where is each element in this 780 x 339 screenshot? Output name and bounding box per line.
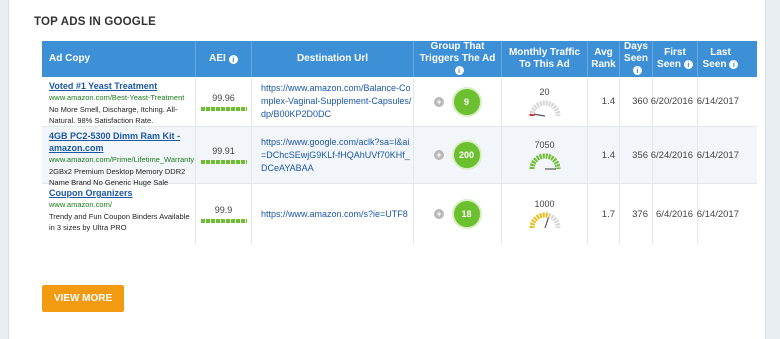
column-label: Group That — [430, 41, 485, 52]
column-label: Seen — [702, 59, 727, 70]
gauge-track — [529, 212, 560, 229]
aei-bar — [200, 160, 247, 164]
aei-bar — [200, 106, 247, 111]
ad-copy-cell: Coupon Organizers www.amazon.com/ Trendy… — [42, 184, 196, 244]
column-label: First — [664, 47, 686, 58]
aei-cell: 99.9 — [196, 184, 252, 244]
group-cell: + 200 — [414, 127, 502, 183]
gauge-needle — [533, 113, 545, 117]
traffic-cell: 1000 — [502, 184, 588, 244]
group-cell: + 9 — [414, 77, 502, 126]
column-label: Days — [624, 41, 648, 52]
days-seen: 376 — [620, 184, 653, 244]
column-label: Monthly Traffic — [508, 47, 581, 58]
destination-url-link[interactable]: https://www.amazon.com/s?ie=UTF8 — [252, 184, 414, 244]
traffic-cell: 20 — [502, 77, 588, 126]
ad-copy-cell: Voted #1 Yeast Treatment www.amazon.com/… — [42, 77, 196, 126]
view-more-button[interactable]: VIEW MORE — [42, 285, 124, 312]
aei-value: 99.91 — [212, 146, 235, 156]
aei-value: 99.9 — [214, 205, 233, 215]
gauge-fill — [529, 212, 550, 229]
aei-cell: 99.96 — [196, 77, 252, 126]
first-seen: 6/24/2016 — [651, 127, 698, 183]
table-row: Coupon Organizers www.amazon.com/ Trendy… — [42, 184, 757, 244]
aei-cell: 99.91 — [196, 127, 252, 183]
destination-url-link[interactable]: https://www.amazon.com/Balance-Complex-V… — [252, 77, 414, 126]
top-ads-table: Ad Copy AEI i Destination Url Group That T… — [42, 41, 757, 244]
gauge-fill — [529, 153, 560, 170]
top-ads-panel: TOP ADS IN GOOGLE Ad Copy AEI i Destinati… — [8, 0, 766, 339]
column-label: To This Ad — [519, 59, 570, 70]
aei-value: 99.96 — [212, 92, 235, 103]
days-seen: 360 — [620, 77, 653, 126]
traffic-value: 1000 — [534, 199, 555, 209]
ad-description: Trendy and Fun Coupon Binders Available … — [49, 212, 190, 232]
last-seen: 6/14/2017 — [696, 96, 739, 107]
info-icon[interactable]: i — [729, 59, 739, 69]
table-row: Voted #1 Yeast Treatment www.amazon.com/… — [42, 77, 757, 127]
column-label: Triggers The Ad — [419, 53, 496, 64]
info-icon[interactable]: i — [633, 65, 642, 75]
column-label: Seen — [657, 59, 681, 70]
last-seen: 6/14/2017 — [696, 149, 739, 161]
column-first-seen[interactable]: First Seen i — [653, 41, 698, 77]
plus-icon[interactable]: + — [434, 209, 444, 219]
info-icon[interactable]: i — [683, 59, 693, 69]
group-count-badge[interactable]: 200 — [451, 140, 482, 170]
ad-description: No More Smell, Discharge, Itching. All-N… — [49, 105, 178, 125]
column-group[interactable]: Group That Triggers The Adi — [414, 41, 502, 77]
column-label: Ad Copy — [49, 53, 91, 64]
gauge-needle — [543, 217, 549, 229]
traffic-gauge — [529, 153, 560, 170]
group-cell: + 18 — [414, 184, 502, 244]
column-label: Avg — [594, 47, 613, 58]
days-seen: 356 — [620, 127, 653, 183]
traffic-gauge — [529, 100, 560, 117]
avg-rank: 1.4 — [588, 77, 620, 126]
plus-icon[interactable]: + — [434, 97, 444, 107]
table-row: 4GB PC2-5300 Dimm Ram Kit - amazon.com w… — [42, 127, 757, 187]
column-aei[interactable]: AEI i — [196, 41, 252, 77]
avg-rank: 1.4 — [588, 127, 620, 183]
aei-bar — [200, 219, 247, 223]
section-title: TOP ADS IN GOOGLE — [34, 16, 157, 28]
first-seen: 6/20/2016 — [651, 77, 698, 126]
column-avg-rank[interactable]: Avg Rank — [588, 41, 620, 77]
column-label: Destination Url — [296, 53, 369, 64]
group-count-badge[interactable]: 9 — [451, 86, 482, 117]
traffic-cell: 7050 — [502, 127, 588, 183]
group-count-badge[interactable]: 18 — [451, 199, 482, 229]
first-seen: 6/4/2016 — [653, 184, 698, 244]
traffic-value: 20 — [539, 86, 550, 97]
gauge-track — [529, 153, 560, 170]
column-ad-copy[interactable]: Ad Copy — [42, 41, 196, 77]
column-label: Rank — [591, 59, 616, 70]
column-label: Seen — [624, 53, 648, 64]
column-last-seen[interactable]: Last Seen i — [698, 41, 743, 77]
ad-title-link[interactable]: 4GB PC2-5300 Dimm Ram Kit - amazon.com — [49, 130, 195, 154]
column-label: AEI — [209, 53, 226, 64]
column-monthly-traffic[interactable]: Monthly Traffic To This Ad — [502, 41, 588, 77]
ad-copy-cell: 4GB PC2-5300 Dimm Ram Kit - amazon.com w… — [42, 127, 196, 187]
ad-title-link[interactable]: Voted #1 Yeast Treatment — [49, 80, 195, 92]
plus-icon[interactable]: + — [434, 150, 444, 160]
avg-rank: 1.7 — [588, 184, 620, 244]
ad-title-link[interactable]: Coupon Organizers — [49, 187, 195, 199]
ad-display-url: www.amazon.com/Prime/Lifetime_Warranty — [49, 155, 195, 164]
info-icon[interactable]: i — [228, 54, 238, 64]
info-icon[interactable]: i — [454, 65, 464, 75]
ad-display-url: www.amazon.com/Best-Yeast-Treatment — [49, 93, 185, 102]
traffic-value: 7050 — [534, 140, 555, 150]
ad-display-url: www.amazon.com/ — [49, 200, 112, 209]
column-label: Last — [710, 47, 731, 58]
table-header: Ad Copy AEI i Destination Url Group That T… — [42, 41, 757, 77]
last-seen: 6/14/2017 — [696, 208, 739, 220]
column-days-seen[interactable]: Days Seeni — [620, 41, 653, 77]
destination-url-link[interactable]: https://www.google.com/aclk?sa=l&ai=DChc… — [252, 127, 414, 183]
column-destination-url[interactable]: Destination Url — [252, 41, 414, 77]
traffic-gauge — [529, 212, 560, 229]
